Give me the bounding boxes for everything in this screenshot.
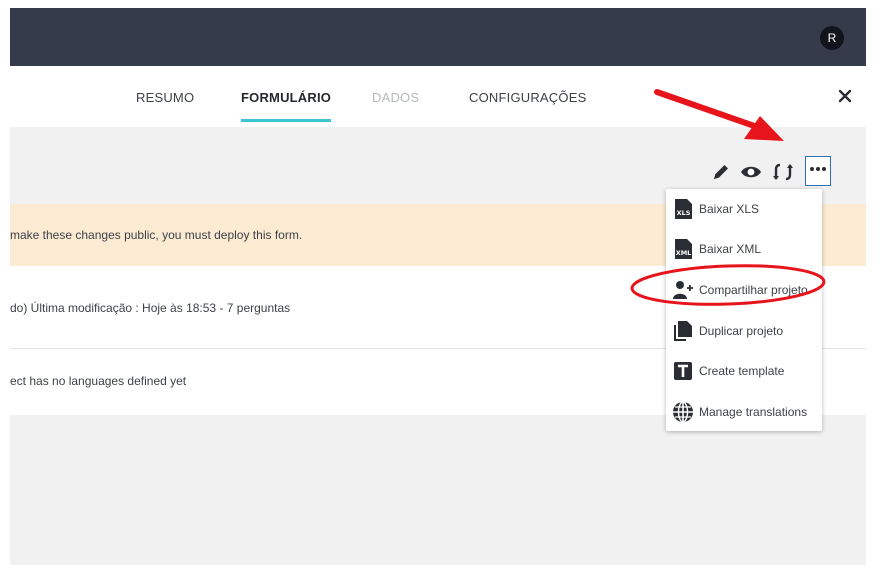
active-tab-underline: [241, 119, 332, 122]
tab-resumo[interactable]: RESUMO: [136, 90, 194, 126]
menu-item-label: Create template: [699, 364, 785, 378]
sync-icon[interactable]: [772, 161, 794, 183]
xls-file-icon: XLS: [675, 199, 692, 219]
warning-text: make these changes public, you must depl…: [10, 228, 303, 242]
more-actions-menu: XLS Baixar XLS XML Baixar XML Compartilh…: [666, 189, 822, 431]
project-tabs-bar: RESUMO FORMULÁRIO DADOS CONFIGURAÇÕES: [10, 66, 866, 127]
last-modified-text: do) Última modificação : Hoje às 18:53 -…: [10, 301, 291, 315]
menu-item-label: Baixar XLS: [699, 202, 760, 216]
more-icon: [810, 167, 826, 171]
svg-text:XLS: XLS: [677, 209, 691, 217]
duplicate-icon: [674, 321, 692, 341]
languages-text: ect has no languages defined yet: [10, 374, 187, 388]
menu-item-manage-translations[interactable]: Manage translations: [666, 394, 822, 430]
app-frame: R RESUMO FORMULÁRIO DADOS CONFIGURAÇÕES: [10, 8, 866, 565]
menu-item-label: Compartilhar projeto: [699, 283, 808, 297]
menu-item-label: Manage translations: [699, 405, 808, 419]
tab-label: FORMULÁRIO: [241, 90, 332, 105]
globe-icon: [673, 401, 693, 423]
menu-item-label: Duplicar projeto: [699, 324, 784, 338]
menu-item-baixar-xml[interactable]: XML Baixar XML: [666, 231, 822, 267]
tab-formulario[interactable]: FORMULÁRIO: [241, 90, 332, 126]
template-icon: [674, 362, 692, 380]
eye-icon[interactable]: [740, 163, 762, 181]
user-avatar[interactable]: R: [820, 26, 844, 50]
pencil-icon[interactable]: [710, 161, 732, 183]
menu-item-compartilhar-projeto[interactable]: Compartilhar projeto: [666, 272, 822, 308]
tab-label: DADOS: [372, 90, 420, 105]
xml-file-icon: XML: [675, 239, 692, 259]
menu-item-duplicar-projeto[interactable]: Duplicar projeto: [666, 313, 822, 349]
tab-label: CONFIGURAÇÕES: [469, 90, 587, 105]
tab-dados[interactable]: DADOS: [372, 90, 419, 126]
add-user-icon: [673, 281, 693, 299]
menu-item-create-template[interactable]: Create template: [666, 353, 822, 389]
close-icon[interactable]: [836, 87, 854, 105]
svg-text:XML: XML: [676, 249, 692, 257]
more-actions-button[interactable]: [805, 156, 831, 186]
top-navigation-bar: R: [10, 8, 866, 66]
menu-item-baixar-xls[interactable]: XLS Baixar XLS: [666, 191, 822, 227]
menu-item-label: Baixar XML: [699, 242, 762, 256]
tab-configuracoes[interactable]: CONFIGURAÇÕES: [469, 90, 586, 126]
tab-label: RESUMO: [136, 90, 195, 105]
